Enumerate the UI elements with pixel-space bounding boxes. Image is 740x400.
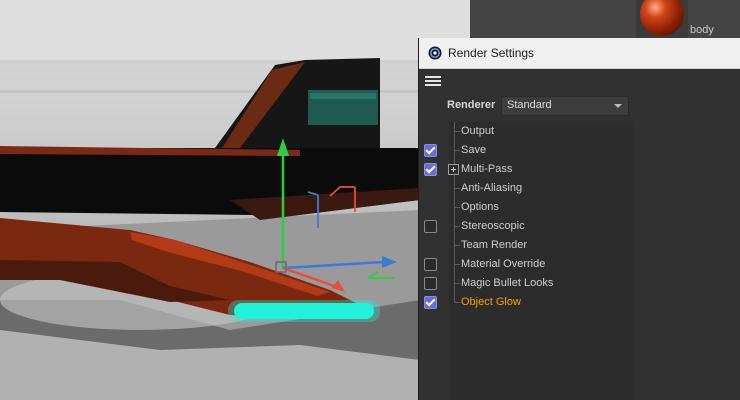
tree-item-label[interactable]: Material Override bbox=[461, 258, 545, 270]
material-preview-sphere bbox=[640, 0, 684, 36]
tree-item-magic-bullet-looks[interactable]: Magic Bullet Looks bbox=[419, 274, 740, 293]
tree-item-label[interactable]: Save bbox=[461, 144, 486, 156]
tree-item-label[interactable]: Anti-Aliasing bbox=[461, 182, 522, 194]
tree-item-label[interactable]: Multi-Pass bbox=[461, 163, 512, 175]
checkbox-material-override[interactable] bbox=[424, 258, 437, 271]
dialog-titlebar[interactable]: Render Settings bbox=[419, 38, 740, 69]
tree-item-label[interactable]: Options bbox=[461, 201, 499, 213]
tree-item-material-override[interactable]: Material Override bbox=[419, 255, 740, 274]
renderer-dropdown-value: Standard bbox=[507, 99, 552, 111]
checkbox-object-glow[interactable] bbox=[424, 296, 437, 309]
tree-item-anti-aliasing[interactable]: Anti-Aliasing bbox=[419, 179, 740, 198]
tree-expander-plus-icon[interactable] bbox=[448, 164, 459, 175]
tree-item-team-render[interactable]: Team Render bbox=[419, 236, 740, 255]
tree-item-label[interactable]: Output bbox=[461, 125, 494, 137]
tree-item-output[interactable]: Output bbox=[419, 122, 740, 141]
tree-item-object-glow[interactable]: Object Glow bbox=[419, 293, 740, 312]
tree-item-multi-pass[interactable]: Multi-Pass bbox=[419, 160, 740, 179]
checkbox-magic-bullet-looks[interactable] bbox=[424, 277, 437, 290]
cinema4d-app-icon bbox=[428, 46, 442, 60]
dialog-title: Render Settings bbox=[448, 46, 535, 60]
renderer-label: Renderer bbox=[447, 99, 496, 111]
material-name-label: body bbox=[690, 24, 714, 36]
checkbox-multi-pass[interactable] bbox=[424, 163, 437, 176]
tree-item-label[interactable]: Stereoscopic bbox=[461, 220, 525, 232]
dropdown-caret-icon bbox=[614, 104, 622, 108]
tree-item-save[interactable]: Save bbox=[419, 141, 740, 160]
material-thumbnail[interactable] bbox=[636, 0, 688, 40]
tree-item-label[interactable]: Magic Bullet Looks bbox=[461, 277, 553, 289]
tree-item-label[interactable]: Team Render bbox=[461, 239, 527, 251]
renderer-dropdown[interactable]: Standard bbox=[501, 96, 629, 116]
tree-item-stereoscopic[interactable]: Stereoscopic bbox=[419, 217, 740, 236]
render-settings-dialog: Render Settings Renderer Standard Output… bbox=[418, 38, 740, 400]
checkbox-save[interactable] bbox=[424, 144, 437, 157]
hamburger-menu-icon[interactable] bbox=[425, 74, 441, 88]
checkbox-stereoscopic[interactable] bbox=[424, 220, 437, 233]
tree-item-label-active[interactable]: Object Glow bbox=[461, 296, 521, 308]
tree-item-options[interactable]: Options bbox=[419, 198, 740, 217]
